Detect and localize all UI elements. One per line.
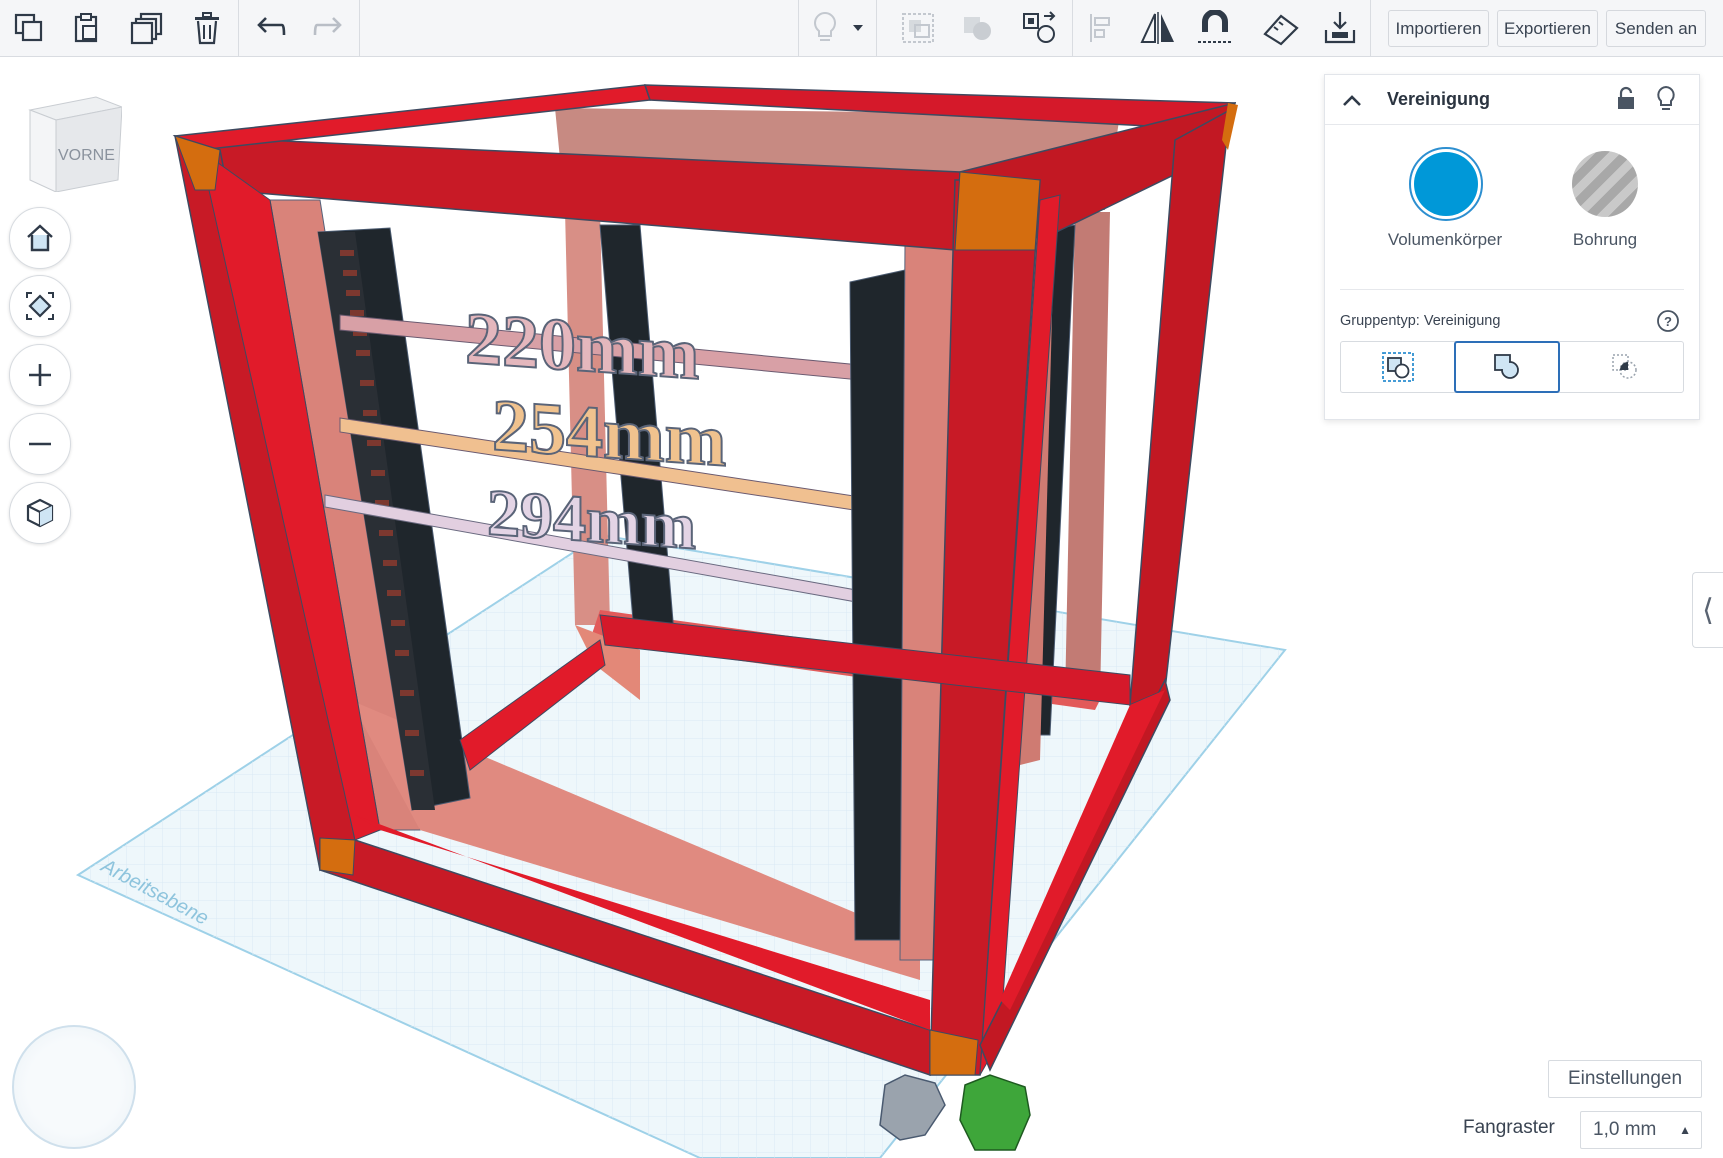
group-type-union-button[interactable] bbox=[1454, 341, 1560, 393]
hole-label: Bohrung bbox=[1572, 230, 1638, 249]
inspector-panel: Vereinigung Volumenkörper Bohrung Gruppe… bbox=[1324, 74, 1700, 420]
cruise-magnet-icon[interactable] bbox=[1192, 6, 1238, 50]
combine-icon bbox=[1382, 352, 1414, 382]
settings-button[interactable]: Einstellungen bbox=[1548, 1060, 1702, 1098]
chevron-left-icon: ⟨ bbox=[1702, 593, 1714, 627]
zoom-in-button[interactable] bbox=[9, 344, 71, 406]
paste-icon[interactable] bbox=[64, 6, 110, 50]
lightbulb-icon[interactable] bbox=[802, 6, 848, 50]
dimension-294-label: 294mm bbox=[487, 476, 696, 564]
send-to-button[interactable]: Senden an bbox=[1606, 10, 1706, 47]
dimension-254-label: 254mm bbox=[492, 384, 726, 482]
viewcube-front-label: VORNE bbox=[58, 147, 115, 164]
zoom-out-icon bbox=[29, 442, 51, 446]
import-shape-icon[interactable] bbox=[1317, 6, 1363, 50]
fit-view-icon bbox=[26, 292, 54, 320]
copy-icon[interactable] bbox=[6, 6, 52, 50]
group-type-combine-button[interactable] bbox=[1341, 342, 1455, 392]
export-button[interactable]: Exportieren bbox=[1497, 10, 1598, 47]
duplicate-icon[interactable] bbox=[124, 6, 170, 50]
lock-icon[interactable] bbox=[1615, 86, 1637, 112]
collapse-chevron-icon[interactable] bbox=[1341, 92, 1363, 108]
connector-parts[interactable] bbox=[879, 1074, 1031, 1151]
ungroup-icon[interactable] bbox=[955, 6, 1001, 50]
snap-grid-select[interactable]: 1,0 mm ▲ bbox=[1580, 1111, 1702, 1149]
perspective-icon bbox=[26, 498, 54, 528]
group-type-selector bbox=[1340, 341, 1684, 393]
viewport-3d[interactable]: Arbeitsebene 220mm 254mm 294mm VORNE Ver… bbox=[0, 57, 1723, 1158]
toolbar: Importieren Exportieren Senden an bbox=[0, 0, 1723, 57]
collapse-panel-tab[interactable]: ⟨ bbox=[1692, 572, 1723, 648]
group-icon[interactable] bbox=[895, 6, 941, 50]
help-icon[interactable]: ? bbox=[1656, 309, 1680, 333]
delete-icon[interactable] bbox=[184, 6, 230, 50]
snap-grid-label: Fangraster bbox=[1463, 1117, 1555, 1138]
lightbulb-hint-icon[interactable] bbox=[1655, 85, 1677, 113]
fit-view-button[interactable] bbox=[9, 275, 71, 337]
redo-icon[interactable] bbox=[305, 6, 351, 50]
snap-grid-value: 1,0 mm bbox=[1593, 1119, 1657, 1140]
solid-swatch bbox=[1414, 152, 1478, 216]
perspective-button[interactable] bbox=[9, 482, 71, 544]
app: Importieren Exportieren Senden an Arbeit… bbox=[0, 0, 1723, 1158]
inspector-divider bbox=[1340, 289, 1684, 290]
dimension-labels: 220mm 254mm 294mm bbox=[464, 297, 727, 565]
hole-option[interactable] bbox=[1572, 151, 1638, 217]
zoom-out-button[interactable] bbox=[9, 413, 71, 475]
union-icon bbox=[1494, 354, 1519, 379]
inspector-title: Vereinigung bbox=[1387, 89, 1491, 109]
dropdown-caret-icon[interactable] bbox=[846, 6, 870, 50]
solid-label: Volumenkörper bbox=[1387, 230, 1503, 249]
caret-up-icon: ▲ bbox=[1679, 1123, 1691, 1137]
import-button[interactable]: Importieren bbox=[1388, 10, 1489, 47]
zoom-in-icon bbox=[29, 364, 51, 386]
intersect-icon bbox=[1612, 354, 1637, 379]
front-bar bbox=[849, 269, 906, 941]
inspector-header: Vereinigung bbox=[1325, 75, 1699, 125]
home-icon bbox=[27, 224, 53, 252]
dimension-220-label: 220mm bbox=[465, 298, 699, 396]
group-type-label: Gruppentyp: Vereinigung bbox=[1340, 313, 1501, 329]
group-type-intersect-button[interactable] bbox=[1567, 342, 1683, 392]
solid-option[interactable] bbox=[1409, 147, 1483, 221]
svg-text:?: ? bbox=[1664, 314, 1672, 329]
home-button[interactable] bbox=[9, 207, 71, 269]
viewcube[interactable]: VORNE bbox=[26, 92, 124, 193]
ruler-icon[interactable] bbox=[1258, 6, 1304, 50]
align-icon[interactable] bbox=[1078, 6, 1124, 50]
mirror-icon[interactable] bbox=[1135, 6, 1181, 50]
workplane-icon[interactable] bbox=[1016, 6, 1062, 50]
undo-icon[interactable] bbox=[248, 6, 294, 50]
orbit-control[interactable] bbox=[12, 1025, 136, 1149]
